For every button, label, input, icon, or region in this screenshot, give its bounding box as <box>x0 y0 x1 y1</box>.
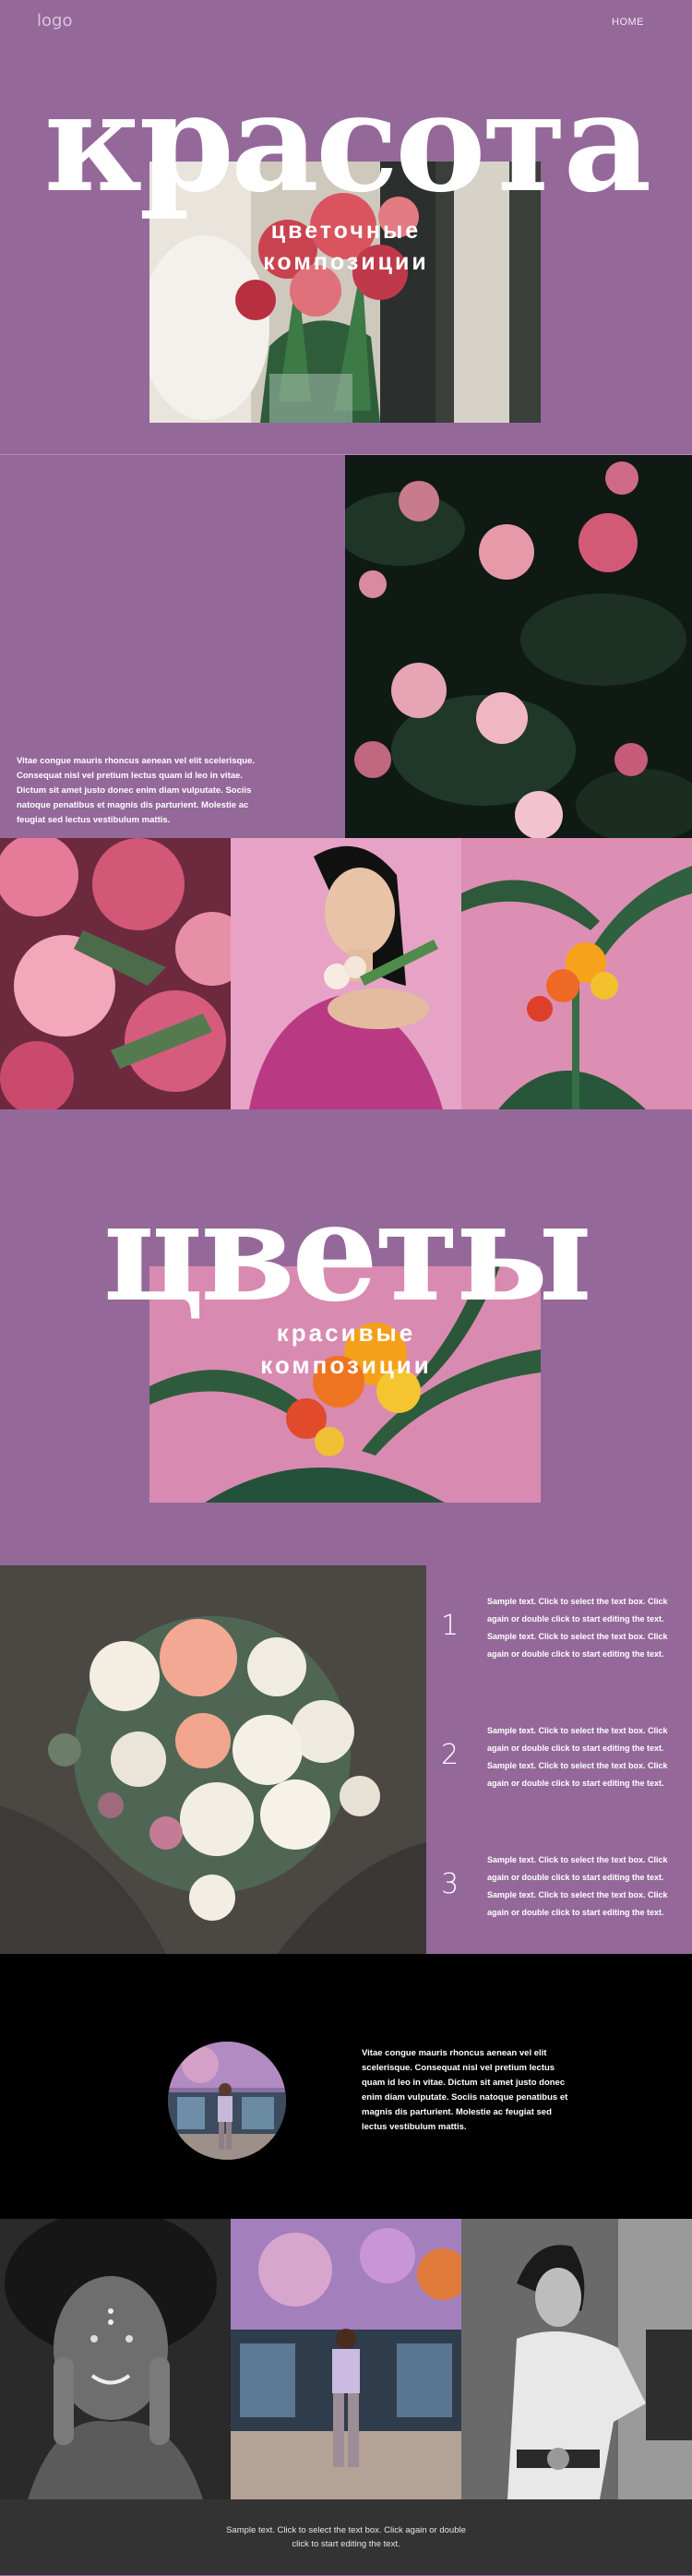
list-item-text[interactable]: Sample text. Click to select the text bo… <box>487 1722 677 1792</box>
hero-title: красота <box>43 62 652 222</box>
flowers-section: цветы красивые композиции <box>0 1109 692 1565</box>
list-item-number: 1 <box>441 1610 459 1642</box>
intro-text: Vitae congue mauris rhoncus aenean vel e… <box>17 756 256 825</box>
flowers-subtitle-line-2: композиции <box>260 1351 432 1379</box>
nav-home-link[interactable]: HOME <box>612 17 644 28</box>
intro-section: Vitae congue mauris rhoncus aenean vel e… <box>0 455 692 838</box>
list-item-text[interactable]: Sample text. Click to select the text bo… <box>487 1593 677 1663</box>
gallery-image-woman-face-paint <box>0 2219 231 2499</box>
gallery-image-canna-lily <box>461 838 692 1109</box>
man-portrait-circle-image <box>168 2042 286 2160</box>
list-item: 3 Sample text. Click to select the text … <box>441 1851 681 1935</box>
list-item-number: 3 <box>441 1868 459 1900</box>
gallery-image-woman-sweater <box>461 2219 692 2499</box>
flowers-subtitle: красивые композиции <box>0 1317 692 1382</box>
numbered-list-section: 1 Sample text. Click to select the text … <box>0 1565 692 1954</box>
list-item: 1 Sample text. Click to select the text … <box>441 1593 681 1676</box>
hero-section: logo HOME красота цветочные композиции <box>0 0 692 455</box>
logo[interactable]: logo <box>37 11 72 30</box>
rose-bouquet-image <box>0 1565 426 1954</box>
list-item-text[interactable]: Sample text. Click to select the text bo… <box>487 1851 677 1922</box>
hero-subtitle-line-2: композиции <box>263 249 429 275</box>
list-item-number: 2 <box>441 1739 459 1771</box>
hero-subtitle-line-1: цветочные <box>270 218 422 244</box>
gallery-image-man-street <box>231 2219 461 2499</box>
about-section: Vitae congue mauris rhoncus aenean vel e… <box>0 1954 692 2219</box>
about-text: Vitae congue mauris rhoncus aenean vel e… <box>362 2048 568 2132</box>
footer: Sample text. Click to select the text bo… <box>0 2499 692 2575</box>
camellia-bush-image <box>345 455 692 838</box>
gallery-image-woman-with-flowers <box>231 838 461 1109</box>
footer-text[interactable]: Sample text. Click to select the text bo… <box>221 2523 471 2551</box>
flowers-subtitle-line-1: красивые <box>276 1319 416 1347</box>
gallery-row-2 <box>0 2219 692 2499</box>
flowers-title: цветы <box>102 1171 592 1332</box>
gallery-image-proteas <box>0 838 231 1109</box>
gallery-row-1 <box>0 838 692 1109</box>
hero-subtitle: цветочные композиции <box>0 215 692 278</box>
list-item: 2 Sample text. Click to select the text … <box>441 1722 681 1805</box>
